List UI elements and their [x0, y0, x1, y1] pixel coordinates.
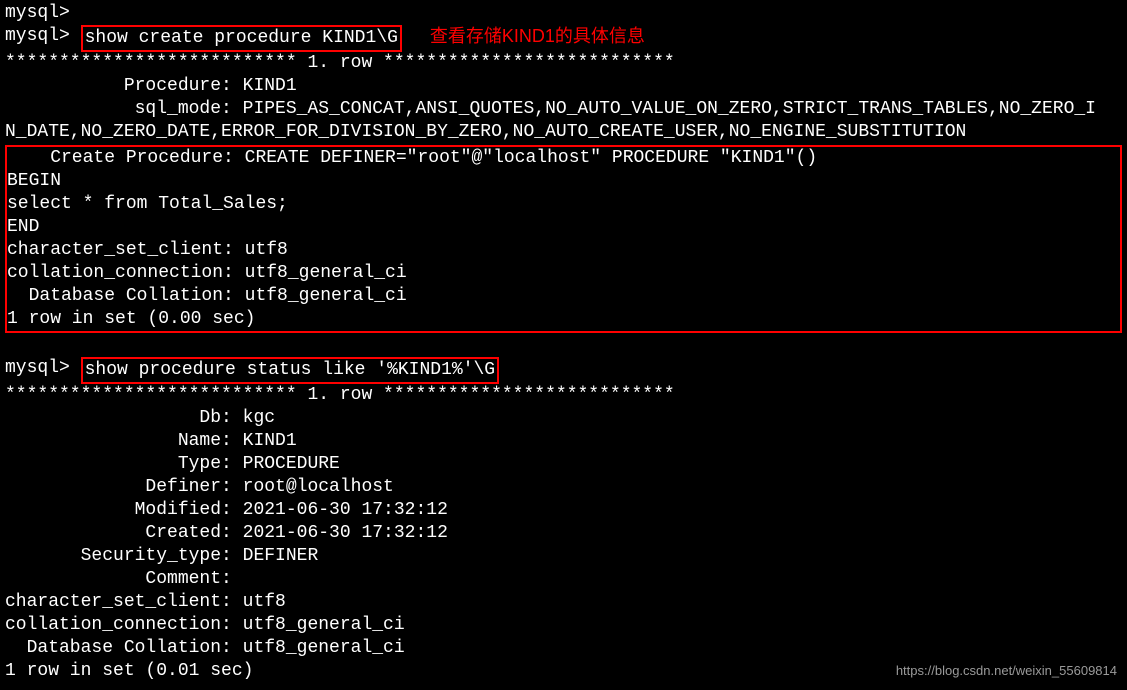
select-line: select * from Total_Sales; — [7, 193, 1120, 216]
collation-line: collation_connection: utf8_general_ci — [7, 262, 1120, 285]
result2-collation: collation_connection: utf8_general_ci — [5, 614, 1122, 637]
row-separator-1: *************************** 1. row *****… — [5, 52, 1122, 75]
end-line: END — [7, 216, 1120, 239]
db-collation-line: Database Collation: utf8_general_ci — [7, 285, 1120, 308]
watermark-text: https://blog.csdn.net/weixin_55609814 — [896, 659, 1117, 682]
result2-definer: Definer: root@localhost — [5, 476, 1122, 499]
blank-line — [5, 334, 1122, 357]
result2-modified: Modified: 2021-06-30 17:32:12 — [5, 499, 1122, 522]
create-procedure-line: Create Procedure: CREATE DEFINER="root"@… — [7, 147, 1120, 170]
highlighted-result-block: Create Procedure: CREATE DEFINER="root"@… — [5, 145, 1122, 333]
result2-charset: character_set_client: utf8 — [5, 591, 1122, 614]
result2-comment: Comment: — [5, 568, 1122, 591]
row-separator-2: *************************** 1. row *****… — [5, 384, 1122, 407]
command-row-1: mysql> show create procedure KIND1\G 查看存… — [5, 25, 1122, 52]
rowcount-line-1: 1 row in set (0.00 sec) — [7, 308, 1120, 331]
highlighted-command-1: show create procedure KIND1\G — [81, 25, 402, 52]
charset-line: character_set_client: utf8 — [7, 239, 1120, 262]
result2-created: Created: 2021-06-30 17:32:12 — [5, 522, 1122, 545]
result2-security-type: Security_type: DEFINER — [5, 545, 1122, 568]
result1-sqlmode-a: sql_mode: PIPES_AS_CONCAT,ANSI_QUOTES,NO… — [5, 98, 1122, 121]
result2-db: Db: kgc — [5, 407, 1122, 430]
result1-sqlmode-b: N_DATE,NO_ZERO_DATE,ERROR_FOR_DIVISION_B… — [5, 121, 1122, 144]
begin-line: BEGIN — [7, 170, 1120, 193]
prompt-line-empty-1: mysql> — [5, 2, 1122, 25]
mysql-prompt-2: mysql> — [5, 357, 81, 380]
annotation-text-1: 查看存储KIND1的具体信息 — [430, 25, 645, 48]
mysql-prompt: mysql> — [5, 25, 81, 48]
result2-name: Name: KIND1 — [5, 430, 1122, 453]
result2-db-collation: Database Collation: utf8_general_ci — [5, 637, 1122, 660]
result2-type: Type: PROCEDURE — [5, 453, 1122, 476]
result1-procedure: Procedure: KIND1 — [5, 75, 1122, 98]
highlighted-command-2: show procedure status like '%KIND1%'\G — [81, 357, 499, 384]
command-row-2: mysql> show procedure status like '%KIND… — [5, 357, 1122, 384]
